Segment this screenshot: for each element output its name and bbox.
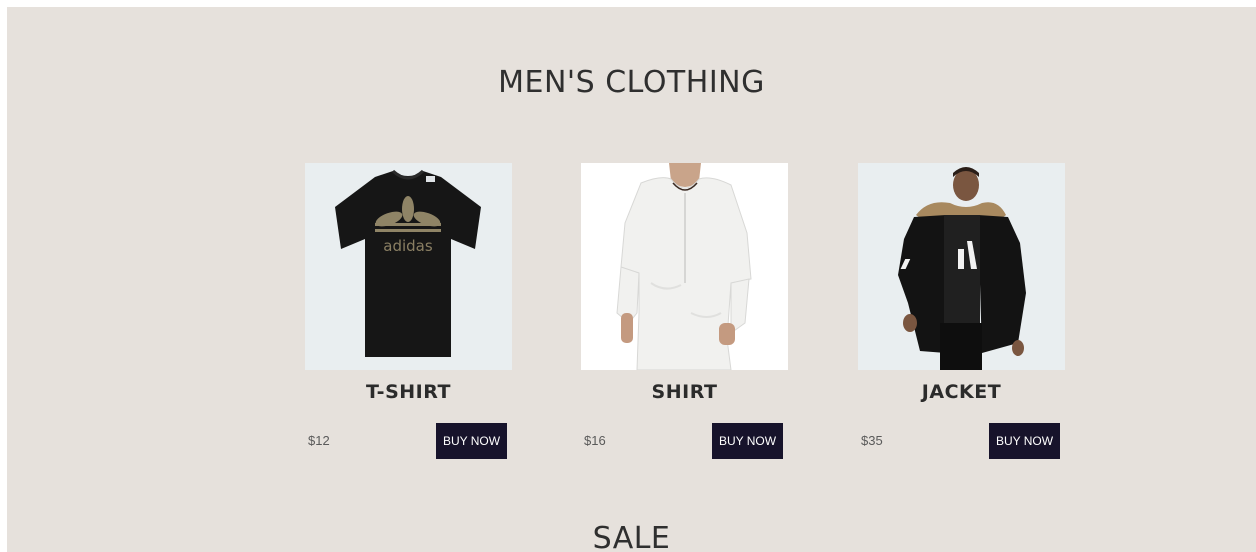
- shirt-image[interactable]: [581, 163, 788, 370]
- tshirt-image[interactable]: adidas: [305, 163, 512, 370]
- product-price: $16: [584, 433, 606, 448]
- svg-text:adidas: adidas: [383, 237, 433, 255]
- product-name: SHIRT: [651, 381, 718, 403]
- buy-now-button[interactable]: BUY NOW: [436, 423, 507, 459]
- section-title-sale: SALE: [592, 521, 671, 552]
- jacket-image[interactable]: [858, 163, 1065, 370]
- page-background: MEN'S CLOTHING adidas T-SHIRT $12 BUY NO…: [7, 7, 1256, 552]
- buy-now-button[interactable]: BUY NOW: [712, 423, 783, 459]
- section-title-mens-clothing: MEN'S CLOTHING: [498, 65, 765, 100]
- product-name: JACKET: [921, 381, 1002, 403]
- product-price: $35: [861, 433, 883, 448]
- product-name: T-SHIRT: [366, 381, 451, 403]
- buy-now-button[interactable]: BUY NOW: [989, 423, 1060, 459]
- product-price: $12: [308, 433, 330, 448]
